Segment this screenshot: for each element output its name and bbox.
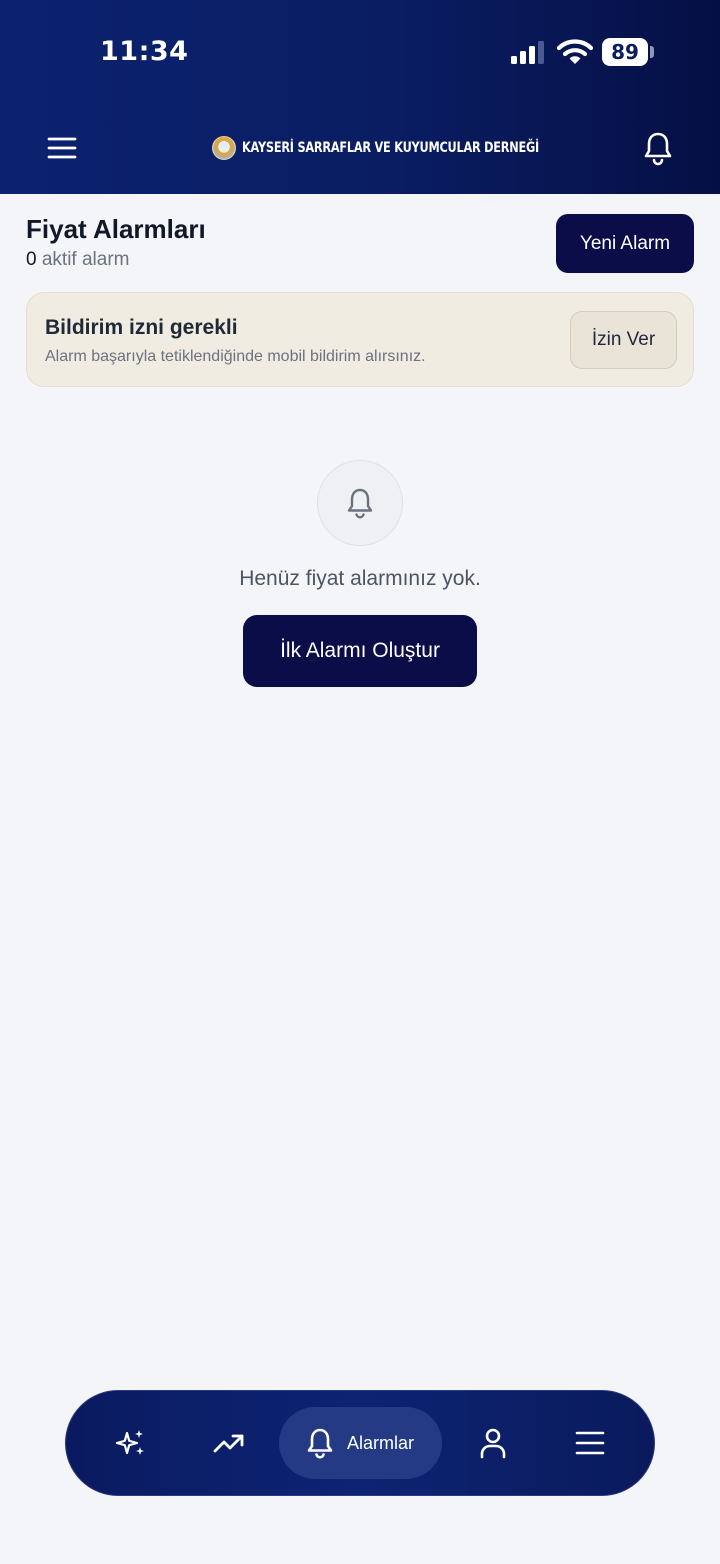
active-alarm-count: 0 aktif alarm <box>26 249 130 271</box>
nav-alarms-label: Alarmlar <box>347 1432 415 1453</box>
app-header: 11:34 89 KAYSERİ SARRAFLAR VE KUYUMCULAR… <box>0 0 720 194</box>
active-count-value: 0 <box>26 249 37 270</box>
bell-icon <box>347 488 373 519</box>
notifications-button[interactable] <box>642 130 674 166</box>
status-time: 11:34 <box>100 36 189 67</box>
active-count-label: aktif alarm <box>41 249 130 270</box>
status-bar: 11:34 89 <box>0 0 720 104</box>
battery-tip <box>650 46 654 58</box>
notification-permission-card: Bildirim izni gerekli Alarm başarıyla te… <box>26 292 694 387</box>
battery-indicator: 89 <box>602 38 648 66</box>
new-alarm-button[interactable]: Yeni Alarm <box>556 214 694 273</box>
brand-name: KAYSERİ SARRAFLAR VE KUYUMCULAR DERNEĞİ <box>242 140 540 156</box>
empty-state-icon-circle <box>317 460 403 546</box>
create-first-alarm-button[interactable]: İlk Alarmı Oluştur <box>243 615 477 687</box>
bell-icon <box>644 132 672 166</box>
grant-permission-button[interactable]: İzin Ver <box>570 311 677 369</box>
nav-item-ai[interactable] <box>96 1391 166 1495</box>
page-title: Fiyat Alarmları <box>26 214 206 244</box>
brand: KAYSERİ SARRAFLAR VE KUYUMCULAR DERNEĞİ <box>212 134 623 162</box>
nav-item-prices[interactable] <box>194 1391 264 1495</box>
nav-item-more[interactable] <box>555 1391 625 1495</box>
nav-item-profile[interactable] <box>458 1391 528 1495</box>
wifi-icon <box>557 39 593 64</box>
trending-up-icon <box>213 1434 244 1453</box>
menu-button[interactable] <box>46 132 78 164</box>
user-icon <box>480 1428 506 1459</box>
menu-icon <box>47 137 77 159</box>
permission-description: Alarm başarıyla tetiklendiğinde mobil bi… <box>45 348 426 365</box>
empty-state-message: Henüz fiyat alarmınız yok. <box>239 567 481 590</box>
bottom-navigation: Alarmlar <box>65 1390 655 1496</box>
permission-title: Bildirim izni gerekli <box>45 316 238 339</box>
sparkles-icon <box>115 1430 144 1455</box>
menu-icon <box>575 1431 605 1455</box>
nav-item-alarms[interactable]: Alarmlar <box>279 1407 442 1479</box>
association-logo-icon <box>212 136 236 160</box>
bell-icon <box>307 1428 333 1459</box>
cellular-signal-icon <box>511 41 544 64</box>
